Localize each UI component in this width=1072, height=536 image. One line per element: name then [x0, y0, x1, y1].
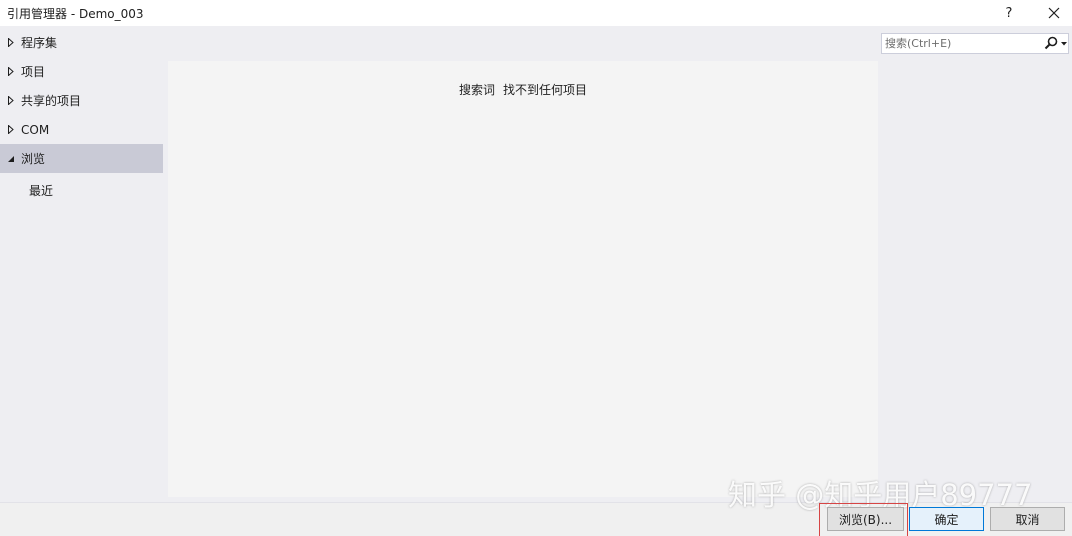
cancel-button[interactable]: 取消 — [990, 507, 1065, 531]
expand-arrow-icon[interactable] — [6, 96, 15, 105]
window-title: 引用管理器 - Demo_003 — [7, 7, 144, 21]
nav-item-label: COM — [21, 122, 50, 137]
close-button[interactable] — [1037, 0, 1071, 26]
search-options-dropdown-icon[interactable] — [1060, 36, 1068, 51]
help-button[interactable]: ? — [992, 0, 1026, 26]
title-bar: 引用管理器 - Demo_003 ? — [0, 0, 1072, 26]
collapse-arrow-icon[interactable] — [6, 155, 15, 163]
nav-item-label: 程序集 — [21, 36, 58, 50]
no-items-text: 找不到任何项目 — [503, 83, 588, 97]
ok-button[interactable]: 确定 — [909, 507, 984, 531]
nav-item-projects[interactable]: 项目 — [0, 57, 163, 86]
nav-item-label: 浏览 — [21, 152, 46, 166]
search-box[interactable] — [881, 33, 1069, 54]
browse-button[interactable]: 浏览(B)... — [827, 507, 904, 531]
search-icon[interactable] — [1044, 36, 1058, 51]
empty-results-message: 搜索词 找不到任何项目 — [168, 81, 878, 98]
left-nav-pane: 程序集 项目 共享的项目 COM 浏览 最近 — [0, 26, 164, 502]
results-pane: 搜索词 找不到任何项目 — [168, 61, 878, 497]
nav-item-shared-projects[interactable]: 共享的项目 — [0, 86, 163, 115]
nav-item-assemblies[interactable]: 程序集 — [0, 28, 163, 57]
nav-item-com[interactable]: COM — [0, 115, 163, 144]
nav-subitem-recent[interactable]: 最近 — [29, 180, 53, 200]
expand-arrow-icon[interactable] — [6, 67, 15, 76]
nav-item-label: 项目 — [21, 65, 46, 79]
reference-manager-window: 引用管理器 - Demo_003 ? 程序集 项目 共享的项目 COM 浏览 最… — [0, 0, 1072, 536]
content-header — [164, 26, 879, 61]
search-input[interactable] — [885, 35, 1035, 52]
nav-item-label: 共享的项目 — [21, 94, 82, 108]
expand-arrow-icon[interactable] — [6, 125, 15, 134]
close-icon — [1048, 7, 1060, 19]
nav-item-browse[interactable]: 浏览 — [0, 144, 163, 173]
expand-arrow-icon[interactable] — [6, 38, 15, 47]
search-term-label: 搜索词 — [458, 83, 495, 97]
details-pane — [878, 26, 1072, 502]
